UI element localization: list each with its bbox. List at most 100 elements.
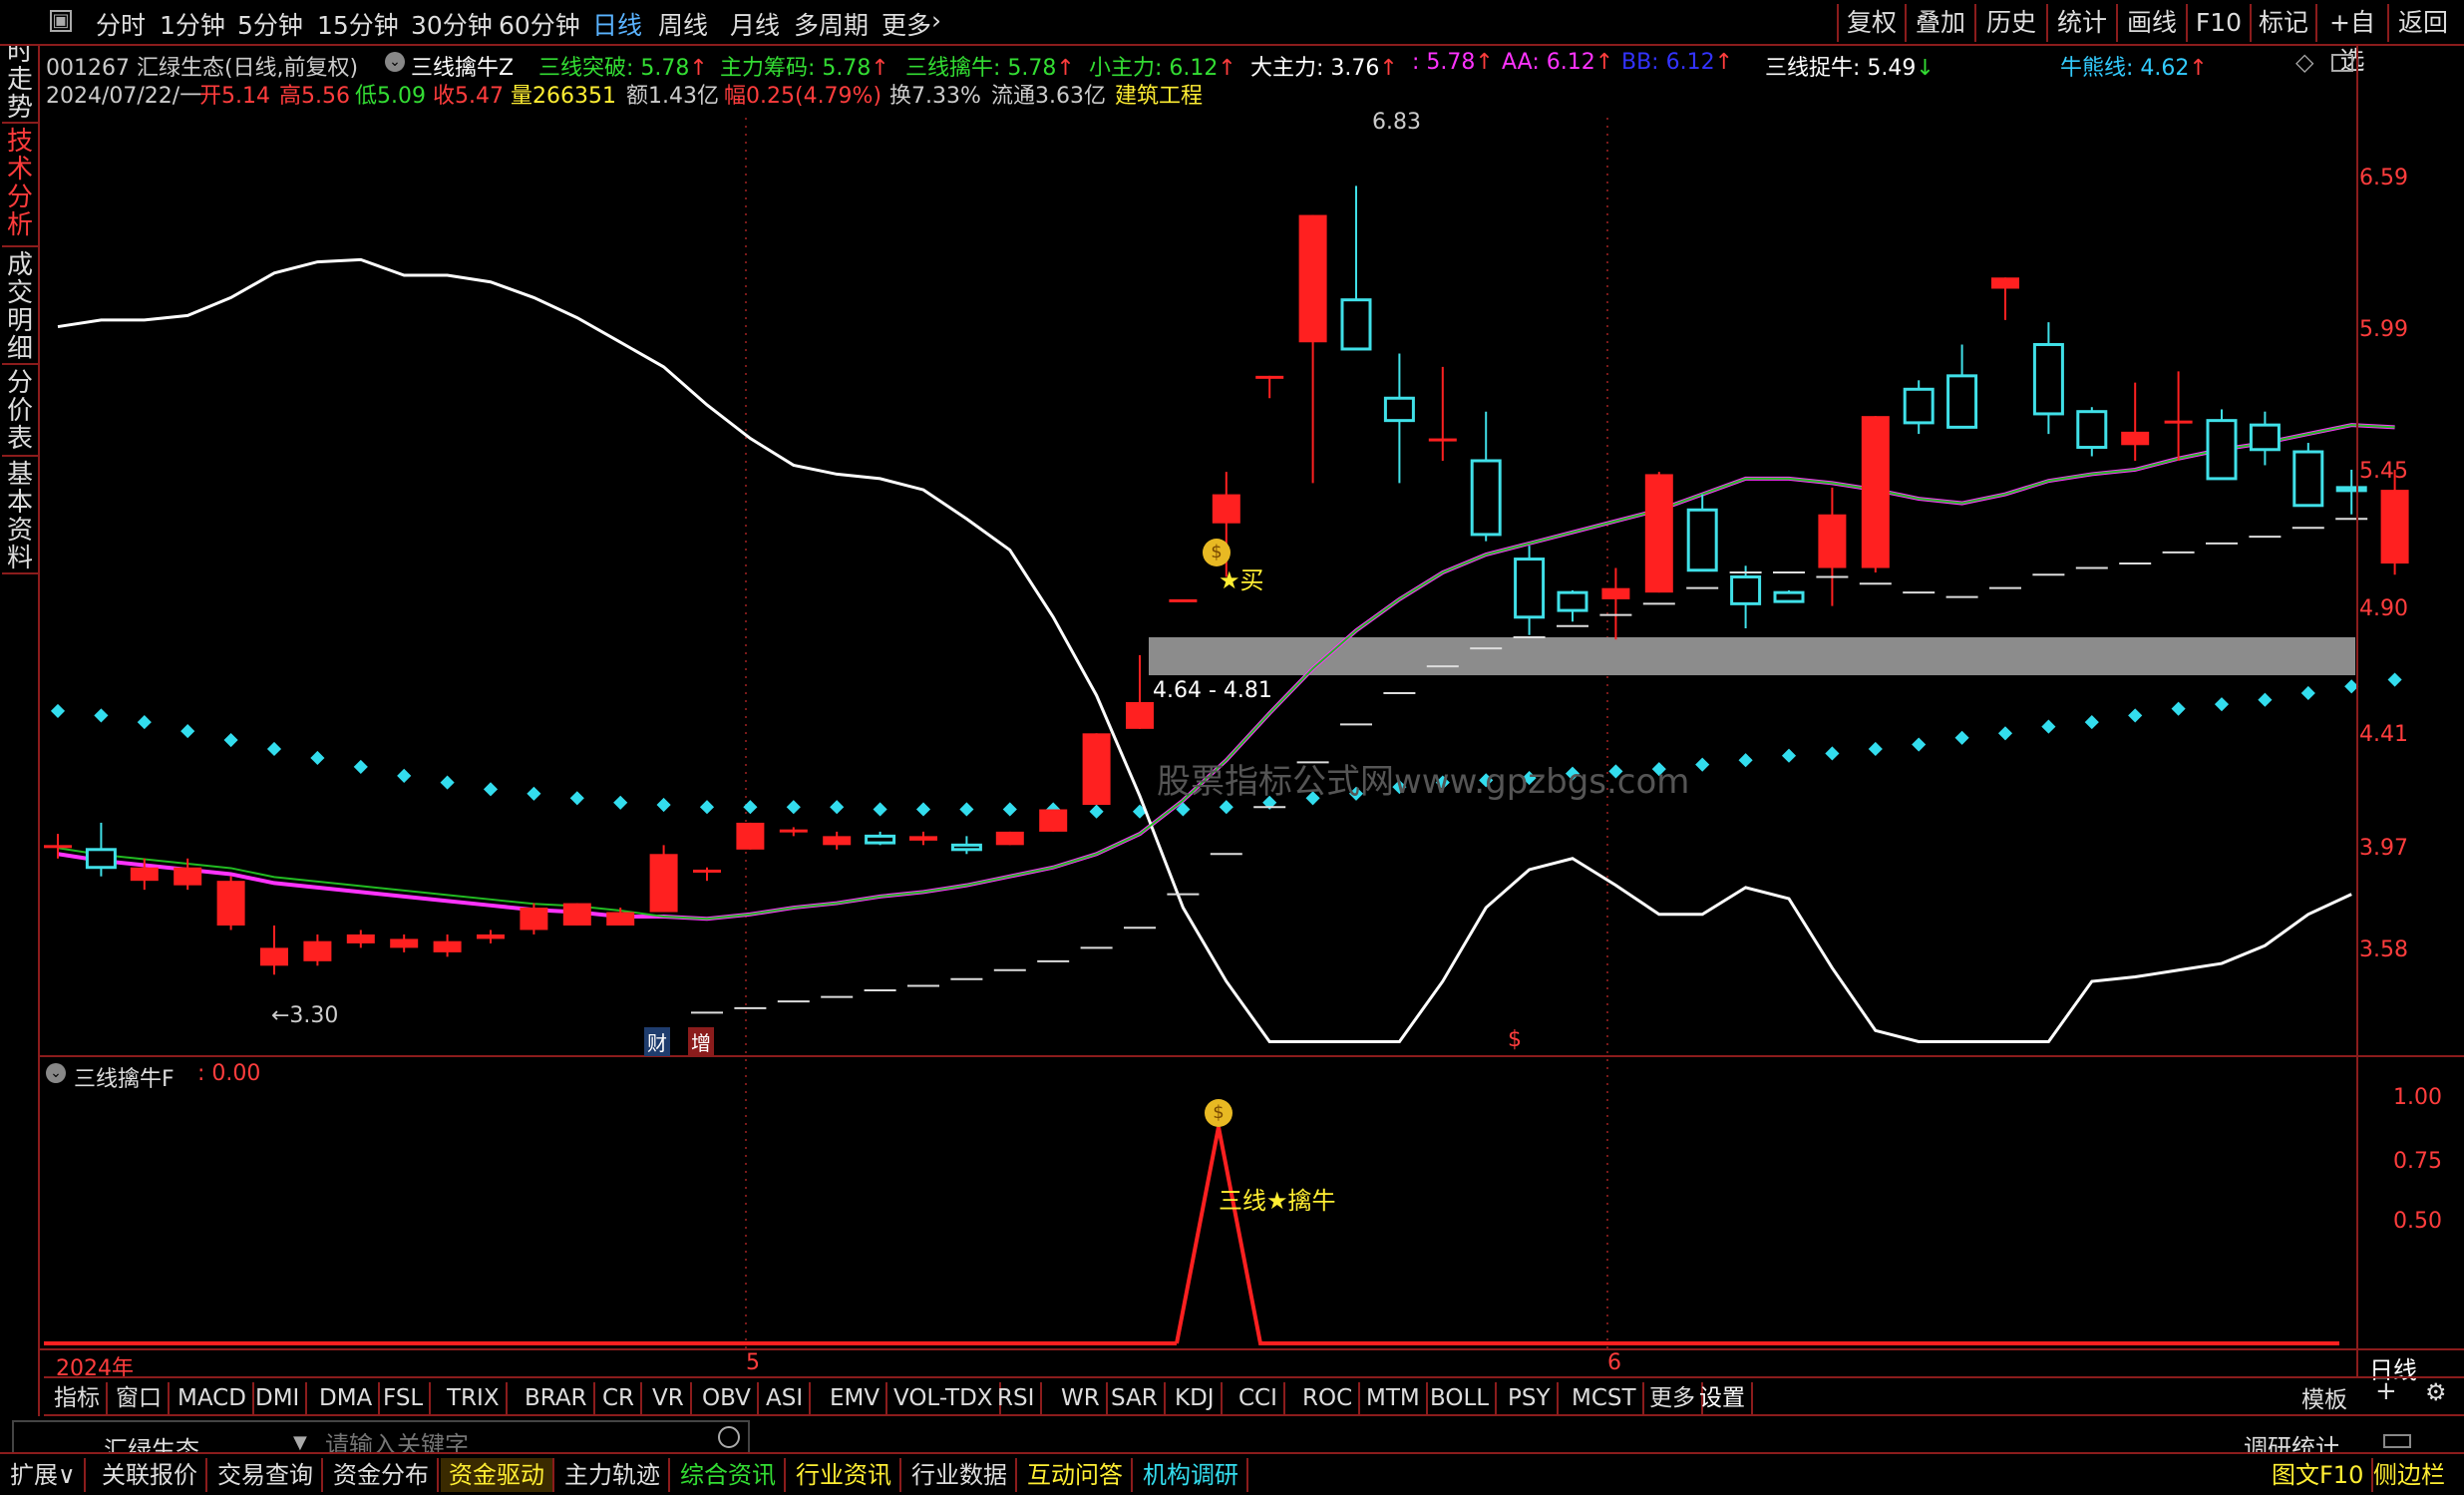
indicator-tab-3[interactable]: DMI bbox=[249, 1382, 308, 1414]
bottom-tab-7[interactable]: 行业资讯 bbox=[788, 1458, 901, 1492]
candle-body bbox=[909, 836, 937, 841]
bottom-tab-9[interactable]: 互动问答 bbox=[1019, 1458, 1133, 1492]
indicator-tab-6[interactable]: TRIX bbox=[441, 1382, 508, 1414]
candle-body bbox=[1730, 574, 1762, 605]
bull-bear-dot bbox=[2128, 708, 2143, 723]
price-axis-label: 6.59 bbox=[2359, 166, 2408, 190]
indicator-tab-21[interactable]: BOLL bbox=[1424, 1382, 1498, 1414]
indicator-tab-1[interactable]: 窗口 bbox=[110, 1382, 170, 1414]
candle-body bbox=[1340, 298, 1372, 351]
indicator-tab-20[interactable]: MTM bbox=[1360, 1382, 1428, 1414]
layout-toggle-icon[interactable] bbox=[2383, 1434, 2411, 1448]
candle-body bbox=[174, 867, 202, 886]
indicator-tab-16[interactable]: SAR bbox=[1105, 1382, 1166, 1414]
sub-indicator-dropdown-icon[interactable]: ⌄ bbox=[46, 1063, 66, 1083]
price-axis-label: 5.99 bbox=[2359, 317, 2408, 342]
bottom-tab-5[interactable]: 主力轨迹 bbox=[556, 1458, 670, 1492]
bottom-tab-10[interactable]: 机构调研 bbox=[1135, 1458, 1248, 1492]
candle-body bbox=[216, 881, 245, 926]
indicator-tab-7[interactable]: BRAR bbox=[519, 1382, 595, 1414]
bottom-tab-2[interactable]: 交易查询 bbox=[209, 1458, 323, 1492]
candle-body bbox=[2206, 419, 2238, 481]
indicator-tab-14[interactable]: RSI bbox=[991, 1382, 1043, 1414]
indicator-tab-4[interactable]: DMA bbox=[313, 1382, 381, 1414]
add-tab-icon[interactable]: + bbox=[2375, 1376, 2397, 1406]
bottom-tab-3[interactable]: 资金分布 bbox=[325, 1458, 439, 1492]
indicator-tab-0[interactable]: 指标 bbox=[48, 1382, 108, 1414]
indicator-tab-11[interactable]: ASI bbox=[760, 1382, 812, 1414]
bottom-tab-4[interactable]: 资金驱动 bbox=[441, 1458, 554, 1492]
bottom-tab-0[interactable]: 扩展∨ bbox=[2, 1458, 86, 1492]
bull-bear-dot bbox=[1738, 753, 1753, 768]
bottom-tab-6[interactable]: 综合资讯 bbox=[672, 1458, 786, 1492]
bull-bear-dot bbox=[137, 715, 152, 730]
candle-body bbox=[260, 947, 288, 966]
indicator-tab-18[interactable]: CCI bbox=[1232, 1382, 1285, 1414]
candle-body bbox=[865, 834, 896, 845]
event-finance-badge[interactable]: 财 bbox=[644, 1027, 670, 1056]
candle-body bbox=[2164, 420, 2193, 424]
sidebar-toggle-button[interactable]: 侧边栏《 bbox=[2365, 1458, 2464, 1492]
indicator-tab-15[interactable]: WR bbox=[1055, 1382, 1108, 1414]
bull-bear-dot bbox=[2084, 715, 2099, 730]
bottom-tab-8[interactable]: 行业数据 bbox=[903, 1458, 1017, 1492]
indicator-tab-17[interactable]: KDJ bbox=[1169, 1382, 1223, 1414]
indicator-tab-5[interactable]: FSL bbox=[377, 1382, 432, 1414]
event-dollar-badge[interactable]: $ bbox=[1508, 1027, 1522, 1052]
bull-bear-dot bbox=[613, 795, 628, 810]
candle-body bbox=[1818, 514, 1847, 568]
settings-glyph-icon[interactable]: ⚙ bbox=[2425, 1378, 2447, 1406]
bull-bear-dot bbox=[1089, 804, 1104, 819]
indicator-tab-9[interactable]: VR bbox=[646, 1382, 692, 1414]
sub-signal-label: 三线★擒牛 bbox=[1219, 1187, 1336, 1215]
price-axis-label: 3.97 bbox=[2359, 836, 2408, 861]
bull-bear-dot bbox=[699, 800, 715, 815]
candle-body bbox=[1601, 587, 1630, 599]
indicator-tab-23[interactable]: MCST bbox=[1566, 1382, 1644, 1414]
bull-bear-dot bbox=[1002, 802, 1017, 817]
buy-signal-label: ★买 bbox=[1219, 566, 1264, 594]
indicator-tab-8[interactable]: CR bbox=[596, 1382, 643, 1414]
candle-body bbox=[1861, 416, 1890, 568]
candle-body bbox=[736, 822, 765, 850]
f10-graphic-button[interactable]: 图文F10 bbox=[2264, 1458, 2374, 1492]
low-price-label: ←3.30 bbox=[271, 1003, 339, 1028]
candle-body bbox=[85, 848, 117, 870]
price-axis-label: 3.58 bbox=[2359, 937, 2408, 962]
indicator-tab-13[interactable]: VOL-TDX bbox=[887, 1382, 1001, 1414]
candle-body bbox=[2380, 490, 2409, 564]
bull-bear-dot bbox=[266, 741, 282, 757]
bull-bear-dot bbox=[915, 802, 931, 817]
bottom-tab-1[interactable]: 关联报价 bbox=[94, 1458, 207, 1492]
candle-body bbox=[1298, 214, 1327, 343]
bull-bear-dot bbox=[569, 791, 584, 806]
main-chart[interactable] bbox=[0, 0, 2464, 1495]
template-button[interactable]: 模板 bbox=[2301, 1380, 2347, 1414]
candle-body bbox=[2292, 450, 2324, 508]
search-input[interactable] bbox=[325, 1428, 704, 1452]
search-dropdown-icon[interactable]: ▼ bbox=[293, 1432, 307, 1452]
bull-bear-dot bbox=[959, 802, 974, 817]
indicator-tab-25[interactable]: 设置 bbox=[1693, 1382, 1753, 1414]
indicator-tab-2[interactable]: MACD bbox=[172, 1382, 254, 1414]
candle-body bbox=[520, 908, 548, 931]
event-add-badge[interactable]: 增 bbox=[688, 1027, 714, 1056]
research-stats-label[interactable]: 调研统计 bbox=[2244, 1428, 2339, 1452]
sub-axis-1: 1.00 bbox=[2393, 1085, 2442, 1110]
indicator-tab-10[interactable]: OBV bbox=[696, 1382, 759, 1414]
search-stock-name: 汇绿生态 bbox=[104, 1436, 199, 1452]
candle-body bbox=[346, 934, 375, 943]
candle-body bbox=[1514, 558, 1546, 619]
candle-body bbox=[1169, 598, 1198, 602]
candle-body bbox=[1082, 733, 1111, 805]
indicator-tab-19[interactable]: ROC bbox=[1296, 1382, 1361, 1414]
search-icon[interactable] bbox=[718, 1426, 740, 1448]
candle-body bbox=[44, 845, 72, 849]
bull-bear-dot bbox=[180, 723, 195, 739]
price-axis-label: 4.41 bbox=[2359, 722, 2408, 747]
candle-body bbox=[2249, 423, 2281, 452]
indicator-tab-12[interactable]: EMV bbox=[824, 1382, 888, 1414]
bull-bear-dot bbox=[1695, 757, 1710, 772]
indicator-tab-22[interactable]: PSY bbox=[1502, 1382, 1559, 1414]
candle-body bbox=[303, 940, 332, 961]
